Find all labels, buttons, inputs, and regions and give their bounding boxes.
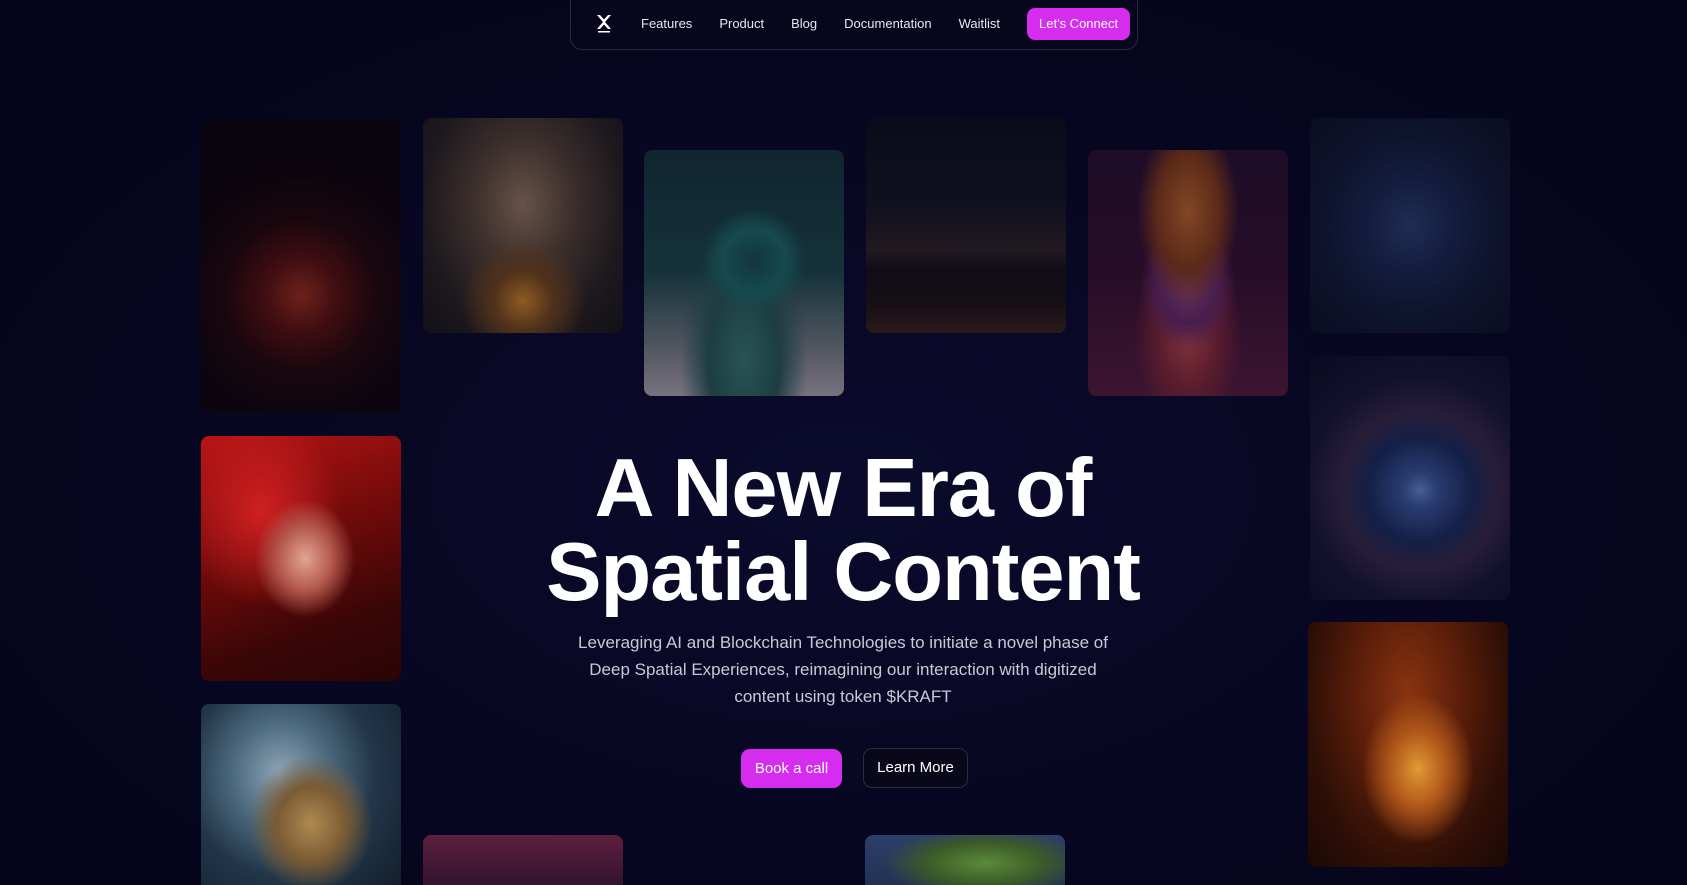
nav-links: Features Product Blog Documentation Wait…	[641, 16, 1027, 31]
book-a-call-button[interactable]: Book a call	[741, 749, 842, 788]
top-navbar: Features Product Blog Documentation Wait…	[570, 0, 1138, 50]
gallery-image-bottom-house	[865, 835, 1065, 885]
nav-link-waitlist[interactable]: Waitlist	[959, 16, 1000, 31]
page: Features Product Blog Documentation Wait…	[0, 0, 1687, 885]
nav-link-documentation[interactable]: Documentation	[844, 16, 931, 31]
gallery-image-lizard	[1308, 622, 1508, 867]
nav-link-blog[interactable]: Blog	[791, 16, 817, 31]
gallery-image-astronaut-cat	[201, 704, 401, 885]
nav-link-features[interactable]: Features	[641, 16, 692, 31]
gallery-image-bottom-portrait	[423, 835, 623, 885]
gallery-image-golden-woman	[423, 118, 623, 333]
hero-title: A New Era of Spatial Content	[443, 446, 1243, 614]
kraft-x-logo-icon[interactable]	[595, 13, 613, 35]
gallery-image-teal-room	[644, 150, 844, 396]
hero-subtitle: Leveraging AI and Blockchain Technologie…	[578, 633, 1108, 706]
gallery-image-red-woman	[201, 436, 401, 681]
hero-title-line-2: Spatial Content	[546, 525, 1141, 618]
gallery-image-spiral-staircase	[1310, 356, 1510, 600]
gallery-image-fire-crater	[201, 118, 401, 413]
gallery-image-burger	[1088, 150, 1288, 396]
lets-connect-button[interactable]: Let's Connect	[1027, 7, 1131, 40]
hero-title-line-1: A New Era of	[594, 441, 1093, 534]
nav-link-product[interactable]: Product	[719, 16, 764, 31]
gallery-image-blue-dog	[1310, 118, 1510, 333]
learn-more-button[interactable]: Learn More	[863, 748, 968, 788]
gallery-image-car	[866, 118, 1066, 333]
